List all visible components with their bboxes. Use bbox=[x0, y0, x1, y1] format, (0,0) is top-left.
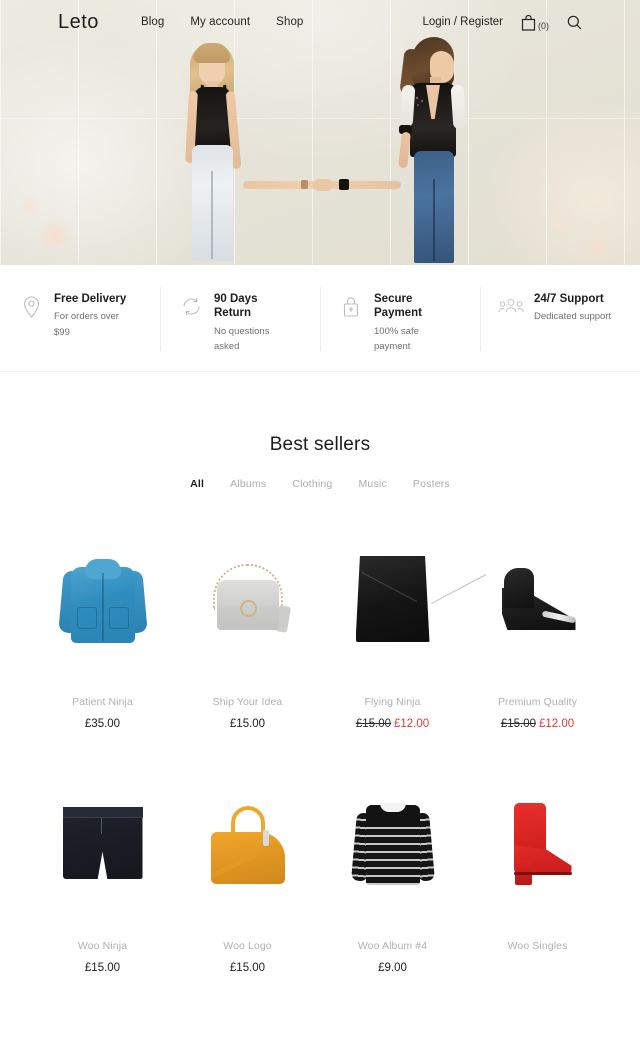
return-arrows-icon bbox=[178, 291, 204, 321]
shopping-bag-icon bbox=[521, 14, 536, 31]
product-card[interactable]: Woo Logo £15.00 bbox=[175, 768, 320, 974]
product-card[interactable]: Woo Album #4 £9.00 bbox=[320, 768, 465, 974]
brand-logo[interactable]: Leto bbox=[58, 11, 99, 34]
nav-item-shop[interactable]: Shop bbox=[276, 16, 303, 28]
product-sale-price: £12.00 bbox=[394, 718, 430, 730]
tab-clothing[interactable]: Clothing bbox=[292, 478, 332, 490]
nav-item-my-account[interactable]: My account bbox=[190, 16, 250, 28]
product-image-blue-faux-fur-jacket[interactable] bbox=[36, 524, 169, 674]
product-name: Woo Ninja bbox=[77, 940, 128, 952]
product-sale-price: £12.00 bbox=[539, 718, 575, 730]
features-bar: Free Delivery For orders over $99 90 Day… bbox=[0, 265, 640, 371]
product-card[interactable]: Ship Your Idea £15.00 bbox=[175, 524, 320, 730]
product-name: Woo Album #4 bbox=[357, 940, 428, 952]
product-name: Woo Singles bbox=[507, 940, 568, 952]
product-name: Flying Ninja bbox=[364, 696, 421, 708]
product-name: Premium Quality bbox=[497, 696, 578, 708]
product-image-grey-chain-handbag[interactable] bbox=[181, 524, 314, 674]
feature-subtitle: 100% safe payment bbox=[374, 325, 419, 353]
search-icon[interactable] bbox=[567, 15, 582, 30]
map-pin-icon bbox=[18, 291, 44, 321]
product-image-yellow-tote-bag[interactable] bbox=[181, 768, 314, 918]
hero-figure-left bbox=[168, 35, 258, 265]
product-image-black-leather-skirt[interactable] bbox=[326, 524, 486, 674]
feature-subtitle: No questions asked bbox=[214, 325, 270, 353]
hero-held-hands bbox=[243, 179, 401, 191]
product-grid-row-2: Woo Ninja £15.00 Woo Logo £15.00 Woo Alb… bbox=[0, 768, 640, 974]
product-name: Woo Logo bbox=[223, 940, 272, 952]
product-grid-row-1: Patient Ninja £35.00 Ship Your Idea £15.… bbox=[0, 524, 640, 730]
site-header: Leto Blog My account Shop Login / Regist… bbox=[0, 0, 640, 44]
product-image-red-ankle-boot[interactable] bbox=[471, 768, 604, 918]
feature-title: 24/7 Support bbox=[534, 293, 604, 305]
tab-albums[interactable]: Albums bbox=[230, 478, 266, 490]
product-card[interactable]: Premium Quality £15.00 £12.00 bbox=[465, 524, 610, 730]
product-card[interactable]: Flying Ninja £15.00 £12.00 bbox=[320, 524, 486, 730]
product-card[interactable]: Woo Singles bbox=[465, 768, 610, 974]
feature-title: Free Delivery bbox=[54, 293, 127, 305]
product-image-striped-breton-top[interactable] bbox=[326, 768, 459, 918]
product-image-navy-shorts[interactable] bbox=[36, 768, 169, 918]
product-filter-tabs: All Albums Clothing Music Posters bbox=[0, 478, 640, 490]
product-price: £35.00 bbox=[84, 718, 121, 730]
product-old-price: £15.00 bbox=[355, 718, 391, 730]
product-card[interactable]: Patient Ninja £35.00 bbox=[30, 524, 175, 730]
hero-figure-right bbox=[386, 33, 482, 265]
login-register-link[interactable]: Login / Register bbox=[422, 16, 503, 28]
feature-title: Secure Payment bbox=[374, 293, 422, 320]
nav-item-blog[interactable]: Blog bbox=[141, 16, 164, 28]
support-agents-icon bbox=[498, 291, 524, 321]
lock-icon bbox=[338, 291, 364, 321]
feature-subtitle: For orders over $99 bbox=[54, 311, 119, 339]
cart-button[interactable]: (0) bbox=[521, 14, 549, 31]
product-price: £15.00 bbox=[84, 962, 121, 974]
feature-subtitle: Dedicated support bbox=[534, 311, 612, 323]
bestsellers-section: Best sellers All Albums Clothing Music P… bbox=[0, 372, 640, 974]
product-price: £15.00 bbox=[229, 718, 266, 730]
feature-90-days-return: 90 Days Return No questions asked bbox=[160, 286, 320, 355]
product-price: £15.00 £12.00 bbox=[471, 718, 604, 730]
feature-24-7-support: 24/7 Support Dedicated support bbox=[480, 286, 640, 352]
product-price: £9.00 bbox=[378, 962, 407, 974]
feature-secure-payment: Secure Payment 100% safe payment bbox=[320, 286, 480, 355]
feature-free-delivery: Free Delivery For orders over $99 bbox=[0, 291, 160, 341]
product-old-price: £15.00 bbox=[500, 718, 536, 730]
tab-music[interactable]: Music bbox=[358, 478, 386, 490]
tab-all[interactable]: All bbox=[190, 478, 204, 490]
hero-banner: Leto Blog My account Shop Login / Regist… bbox=[0, 0, 640, 265]
product-card[interactable]: Woo Ninja £15.00 bbox=[30, 768, 175, 974]
product-price: £15.00 bbox=[229, 962, 266, 974]
product-name: Patient Ninja bbox=[72, 696, 133, 708]
product-image-black-stiletto-heel[interactable] bbox=[471, 524, 604, 674]
product-price: £15.00 £12.00 bbox=[326, 718, 459, 730]
header-actions: Login / Register (0) bbox=[422, 14, 582, 31]
tab-posters[interactable]: Posters bbox=[413, 478, 450, 490]
page-title: Best sellers bbox=[269, 434, 371, 455]
cart-count: (0) bbox=[538, 20, 549, 31]
product-name: Ship Your Idea bbox=[212, 696, 283, 708]
feature-title: 90 Days Return bbox=[214, 293, 258, 320]
main-navigation: Blog My account Shop bbox=[141, 16, 304, 28]
